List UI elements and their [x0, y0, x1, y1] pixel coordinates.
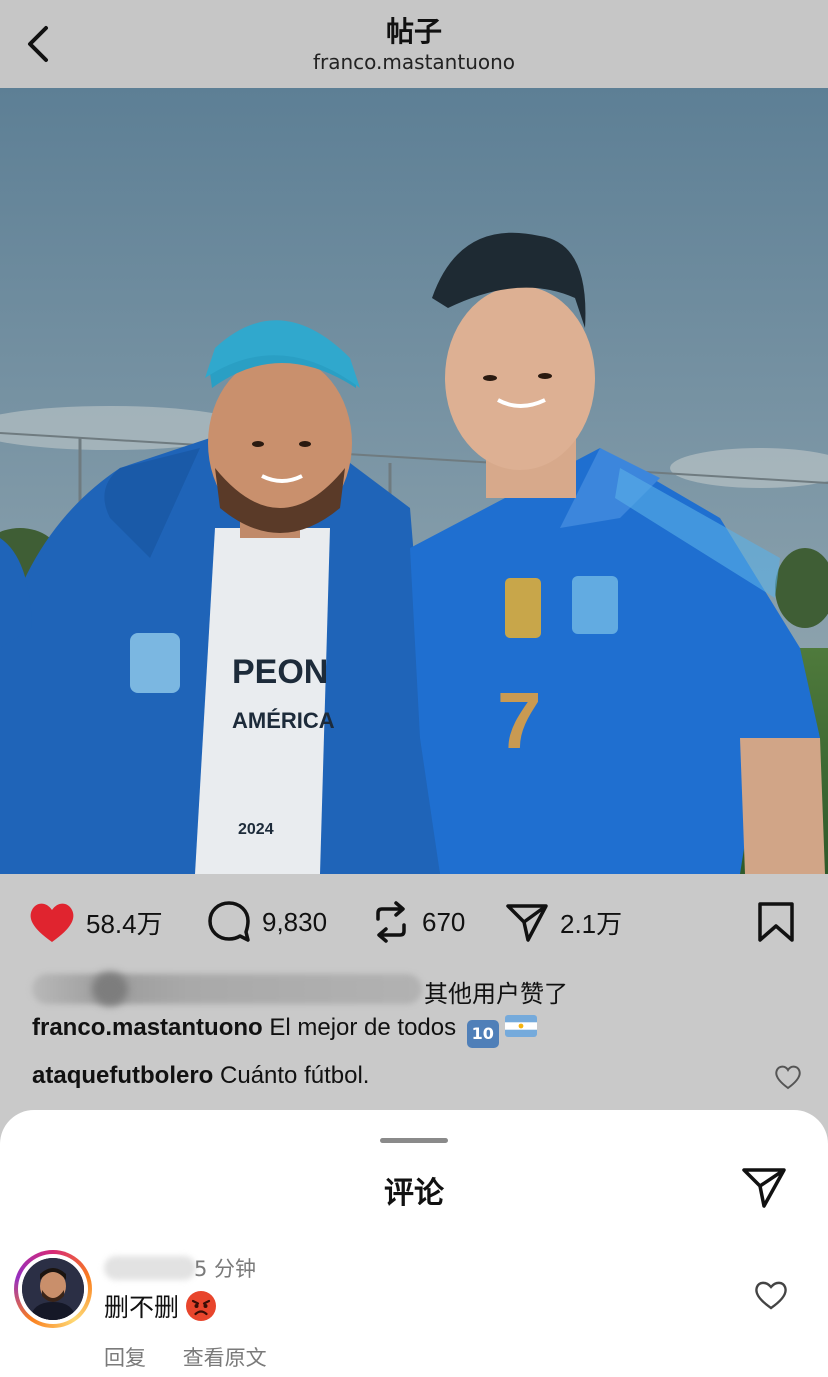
angry-face-icon — [186, 1291, 217, 1321]
heart-outline-icon[interactable] — [774, 1064, 802, 1090]
send-icon — [742, 1168, 786, 1208]
svg-text:PEON: PEON — [232, 653, 328, 691]
preview-comment-text: Cuánto fútbol. — [213, 1062, 370, 1089]
post-photo[interactable]: PEON AMÉRICA 2024 7 — [0, 88, 828, 874]
caption-username[interactable]: franco.mastantuono — [32, 1014, 263, 1041]
commenter-avatar-ring[interactable] — [14, 1250, 92, 1328]
sheet-grab-handle[interactable] — [380, 1138, 448, 1143]
heart-icon — [30, 903, 74, 942]
preview-comment-username[interactable]: ataquefutbolero — [32, 1062, 213, 1089]
page-title: 帖子 — [385, 15, 442, 48]
liked-by-line[interactable]: 其他用户赞了 — [32, 968, 792, 1010]
reply-button[interactable]: 回复 — [104, 1346, 146, 1370]
liked-by-text: 其他用户赞了 — [424, 980, 568, 1008]
comment-time: 5 分钟 — [194, 1257, 257, 1281]
reposts-count: 670 — [422, 906, 466, 937]
blurred-commenter-name — [104, 1256, 196, 1280]
comment-icon — [208, 901, 250, 942]
comments-count: 9,830 — [262, 906, 328, 937]
comment-text: 删不删 — [104, 1293, 180, 1322]
send-icon — [506, 904, 548, 942]
blurred-usernames — [32, 974, 422, 1004]
heart-outline-icon[interactable] — [754, 1280, 788, 1310]
blurred-avatar — [92, 972, 128, 1006]
repost-icon — [376, 901, 406, 943]
post-action-bar: 58.4万 9,830 670 2.1万 — [0, 874, 828, 970]
avatar — [22, 1258, 84, 1320]
preview-comment: ataquefutbolero Cuánto fútbol. — [32, 1062, 369, 1090]
bookmark-icon — [758, 902, 794, 942]
top-bar: 帖子 franco.mastantuono — [0, 0, 828, 88]
post-author-username[interactable]: franco.mastantuono — [0, 50, 828, 74]
comment-text-row: 删不删 — [104, 1288, 217, 1324]
repost-button[interactable]: 670 — [370, 874, 465, 970]
shares-count: 2.1万 — [560, 908, 623, 939]
caption-text: El mejor de todos — [262, 1014, 463, 1041]
post-caption: franco.mastantuono El mejor de todos 10 — [32, 1014, 537, 1048]
sheet-share-button[interactable] — [740, 1164, 788, 1214]
likes-count: 58.4万 — [86, 908, 163, 939]
sheet-title: 评论 — [384, 1176, 444, 1211]
like-button[interactable]: 58.4万 — [28, 874, 163, 970]
comment-button[interactable]: 9,830 — [206, 874, 327, 970]
svg-text:2024: 2024 — [238, 821, 274, 838]
save-button[interactable] — [756, 874, 796, 970]
comments-sheet: 评论 5 分钟 删不删 回复 查看原文 — [0, 1110, 828, 1377]
svg-text:7: 7 — [497, 676, 542, 765]
svg-text:AMÉRICA: AMÉRICA — [232, 708, 335, 733]
translate-button[interactable]: 查看原文 — [183, 1346, 267, 1370]
comment-actions: 回复 查看原文 — [104, 1342, 297, 1372]
keycap-ten-emoji: 10 — [466, 1020, 499, 1048]
share-button[interactable]: 2.1万 — [504, 874, 622, 970]
argentina-flag-icon — [504, 1015, 537, 1037]
